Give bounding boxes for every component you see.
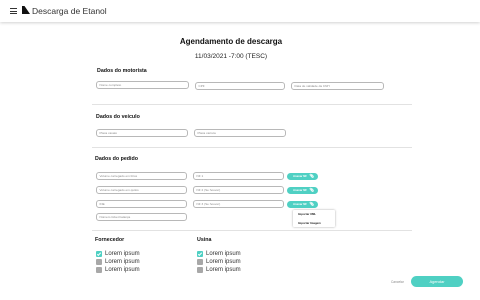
driver-license-expiry-field[interactable]: Data de validade da CNH (291, 82, 384, 90)
checkbox[interactable] (197, 259, 203, 265)
checkbox[interactable] (96, 259, 102, 265)
attach-nf-button-3[interactable]: Anexar NF 📎︎ (287, 201, 318, 208)
trailer-plate-field[interactable]: Placa carreta (194, 129, 286, 137)
nf2-field[interactable]: NF 2 (Se houver) (193, 186, 284, 194)
scale-ticket-field[interactable]: Número ticket balança (96, 213, 187, 221)
import-xml-option[interactable]: Importar XML (293, 210, 335, 219)
volume-liters-field[interactable]: Volume carregado em litros (96, 172, 187, 180)
checkbox-checked[interactable] (96, 251, 102, 257)
checkbox[interactable] (96, 267, 102, 273)
schedule-datetime: 11/03/2021 -7:00 (TESC) (194, 53, 268, 60)
triangle-logo-icon (22, 6, 30, 14)
ine-field[interactable]: INE (96, 200, 187, 208)
section-divider (92, 230, 412, 231)
nf3-field[interactable]: NF 3 (Se houver) (193, 200, 284, 208)
attach-nf-button-1[interactable]: Anexar NF 📎︎ (287, 173, 318, 180)
driver-cpf-field[interactable]: CPF (195, 82, 285, 90)
checkbox[interactable] (197, 267, 203, 273)
volume-kilos-field[interactable]: Volume carregado em quilos (96, 186, 187, 194)
page-title: Agendamento de descarga (179, 37, 283, 46)
section-title-vehicle: Dados do veículo (96, 114, 140, 120)
section-title-supplier: Fornecedor (95, 237, 125, 243)
app-title: Descarga de Etanol (32, 6, 107, 16)
section-divider (92, 104, 412, 105)
import-image-option[interactable]: Importar Imagem (293, 219, 335, 228)
paperclip-icon: 📎︎ (309, 202, 314, 206)
section-title-driver: Dados do motorista (97, 68, 147, 74)
driver-name-field[interactable]: Nome completo (96, 81, 189, 89)
paperclip-icon: 📎︎ (309, 188, 314, 192)
section-divider (92, 147, 412, 148)
paperclip-icon: 📎︎ (309, 174, 314, 178)
checkbox-checked[interactable] (197, 251, 203, 257)
schedule-button[interactable]: Agendar (411, 276, 463, 287)
truck-plate-field[interactable]: Placa cavalo (96, 129, 188, 137)
attach-nf-button-2[interactable]: Anexar NF 📎︎ (287, 187, 318, 194)
section-title-order: Dados do pedido (95, 156, 138, 162)
attach-options-menu: Importar XML Importar Imagem (293, 210, 335, 227)
cancel-link[interactable]: Cancelar (391, 280, 404, 284)
top-app-bar: Descarga de Etanol (0, 0, 480, 22)
section-title-plant: Usina (197, 237, 212, 243)
nf1-field[interactable]: NF 1 (193, 172, 284, 180)
hamburger-menu-icon[interactable] (10, 8, 17, 14)
